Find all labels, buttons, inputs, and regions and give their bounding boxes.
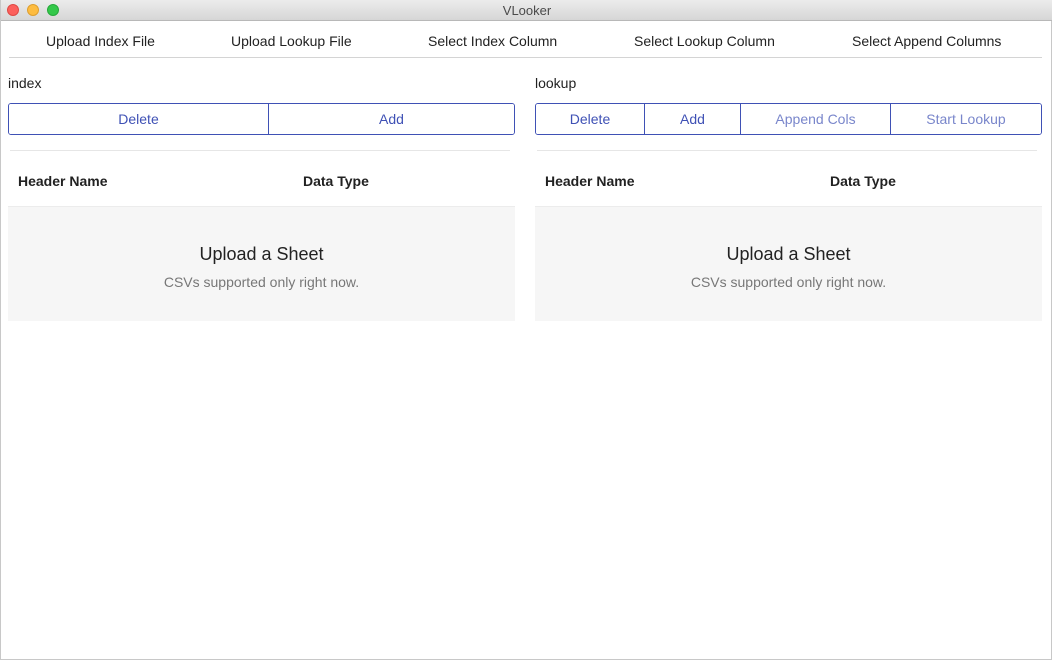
- lookup-add-button[interactable]: Add: [645, 104, 741, 134]
- lookup-panel-label: lookup: [535, 75, 577, 91]
- lookup-empty-title: Upload a Sheet: [726, 244, 851, 264]
- lookup-header-name-column: Header Name: [545, 173, 635, 189]
- step-upload-index-file[interactable]: Upload Index File: [46, 33, 155, 49]
- lookup-divider: [537, 150, 1037, 151]
- lookup-empty-subtitle: CSVs supported only right now.: [690, 274, 887, 290]
- index-header-name-column: Header Name: [18, 173, 108, 189]
- lookup-upload-dropzone[interactable]: Upload a Sheet CSVs supported only right…: [535, 206, 1042, 321]
- lookup-delete-button[interactable]: Delete: [536, 104, 645, 134]
- start-lookup-button[interactable]: Start Lookup: [891, 104, 1041, 134]
- index-data-type-column: Data Type: [303, 173, 369, 189]
- index-upload-dropzone[interactable]: Upload a Sheet CSVs supported only right…: [8, 206, 515, 321]
- step-navigation: Upload Index File Upload Lookup File Sel…: [9, 22, 1042, 58]
- lookup-button-group: Delete Add Append Cols Start Lookup: [535, 103, 1042, 135]
- index-add-button[interactable]: Add: [269, 104, 514, 134]
- index-button-group: Delete Add: [8, 103, 515, 135]
- title-bar: VLooker: [1, 0, 1052, 21]
- append-cols-button[interactable]: Append Cols: [741, 104, 891, 134]
- step-upload-lookup-file[interactable]: Upload Lookup File: [231, 33, 352, 49]
- index-panel-label: index: [8, 75, 42, 91]
- index-empty-title: Upload a Sheet: [199, 244, 324, 264]
- window-title: VLooker: [502, 3, 552, 18]
- step-select-index-column[interactable]: Select Index Column: [428, 33, 557, 49]
- index-empty-subtitle: CSVs supported only right now.: [163, 274, 360, 290]
- step-select-lookup-column[interactable]: Select Lookup Column: [634, 33, 775, 49]
- step-select-append-columns[interactable]: Select Append Columns: [852, 33, 1001, 49]
- index-delete-button[interactable]: Delete: [9, 104, 269, 134]
- lookup-data-type-column: Data Type: [830, 173, 896, 189]
- index-divider: [10, 150, 510, 151]
- app-window: VLooker Upload Index File Upload Lookup …: [0, 0, 1052, 660]
